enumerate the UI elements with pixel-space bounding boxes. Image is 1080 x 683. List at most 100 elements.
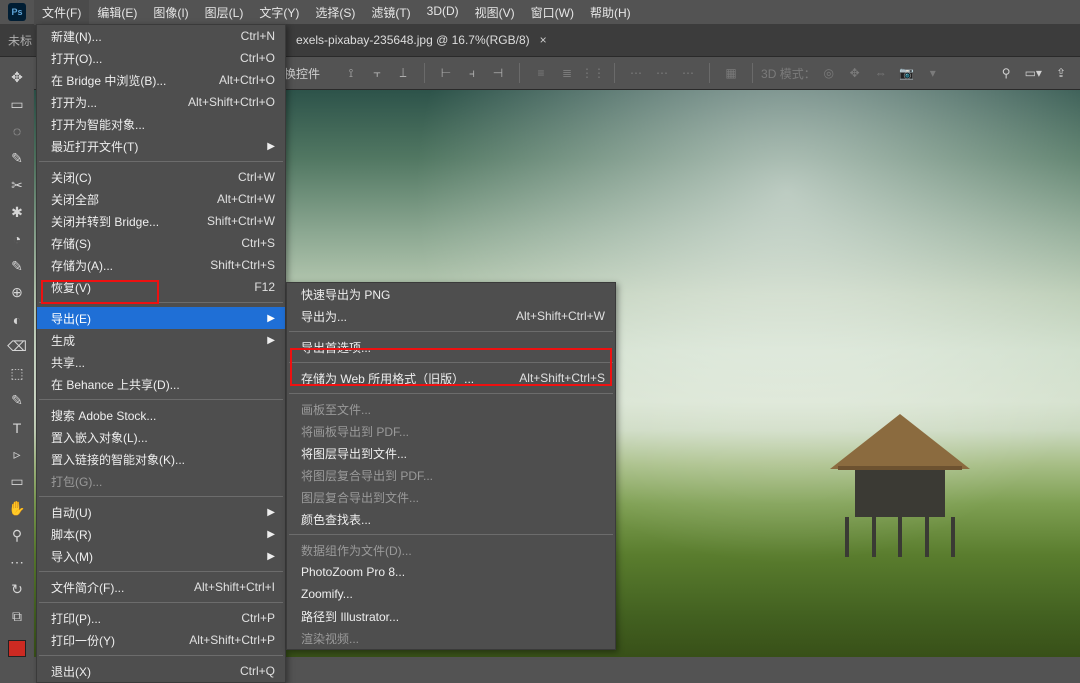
pan-icon[interactable]: ✥ (844, 62, 866, 84)
tool-18[interactable]: ⋯ (4, 551, 30, 574)
share-icon[interactable]: ⇪ (1056, 66, 1066, 80)
menu-滤镜t[interactable]: 滤镜(T) (363, 0, 418, 25)
menu-3dd[interactable]: 3D(D) (419, 0, 467, 25)
file-menu-item[interactable]: 在 Bridge 中浏览(B)...Alt+Ctrl+O (37, 69, 285, 91)
file-menu-item[interactable]: 置入链接的智能对象(K)... (37, 448, 285, 470)
file-menu-item[interactable]: 打印(P)...Ctrl+P (37, 607, 285, 629)
file-menu-item[interactable]: 导出(E)▶ (37, 307, 285, 329)
export-menu-item[interactable]: 导出为...Alt+Shift+Ctrl+W (287, 305, 615, 327)
tool-8[interactable]: ⊕ (4, 282, 30, 305)
export-menu-item[interactable]: 颜色查找表... (287, 508, 615, 530)
file-menu-item[interactable]: 脚本(R)▶ (37, 523, 285, 545)
file-menu-item[interactable]: 退出(X)Ctrl+Q (37, 660, 285, 682)
tool-4[interactable]: ✂ (4, 174, 30, 197)
file-menu-item[interactable]: 搜索 Adobe Stock... (37, 404, 285, 426)
menu-编辑e[interactable]: 编辑(E) (89, 0, 145, 25)
tool-9[interactable]: ◐ (4, 308, 30, 331)
foreground-color-swatch[interactable] (8, 640, 26, 657)
distribute-3-icon[interactable]: ⋮⋮ (582, 62, 604, 84)
file-menu-item[interactable]: 最近打开文件(T)▶ (37, 135, 285, 157)
tool-17[interactable]: ⚲ (4, 524, 30, 547)
dolly-icon[interactable]: ⇔ (870, 62, 892, 84)
file-menu-item[interactable]: 打印一份(Y)Alt+Shift+Ctrl+P (37, 629, 285, 651)
export-menu-item[interactable]: PhotoZoom Pro 8... (287, 561, 615, 583)
file-menu-item[interactable]: 生成▶ (37, 329, 285, 351)
orbit-icon[interactable]: ◎ (818, 62, 840, 84)
export-menu-item[interactable]: 将画板导出到 PDF... (287, 420, 615, 442)
file-menu-item[interactable]: 打开(O)...Ctrl+O (37, 47, 285, 69)
document-tab[interactable]: exels-pixabay-235648.jpg @ 16.7%(RGB/8) … (284, 24, 559, 56)
export-menu-item[interactable]: 渲染视频... (287, 627, 615, 649)
file-menu-item[interactable]: 打开为智能对象... (37, 113, 285, 135)
menu-文件f[interactable]: 文件(F) (34, 0, 89, 25)
tool-14[interactable]: ▹ (4, 443, 30, 466)
menu-窗口w[interactable]: 窗口(W) (523, 0, 582, 25)
tool-15[interactable]: ▭ (4, 470, 30, 493)
file-menu-item[interactable]: 打包(G)... (37, 470, 285, 492)
file-menu-item[interactable]: 在 Behance 上共享(D)... (37, 373, 285, 395)
light-icon[interactable]: ▾ (922, 62, 944, 84)
tool-2[interactable]: ◌ (4, 120, 30, 143)
tool-12[interactable]: ✎ (4, 389, 30, 412)
export-menu-item[interactable]: 图层复合导出到文件... (287, 486, 615, 508)
tool-10[interactable]: ⌫ (4, 335, 30, 358)
auto-align-icon[interactable]: ▦ (720, 62, 742, 84)
tool-13[interactable]: T (4, 416, 30, 439)
menu-图像i[interactable]: 图像(I) (145, 0, 196, 25)
menu-选择s[interactable]: 选择(S) (307, 0, 363, 25)
file-menu-item[interactable]: 共享... (37, 351, 285, 373)
file-menu-item[interactable]: 存储为(A)...Shift+Ctrl+S (37, 254, 285, 276)
export-menu-item[interactable]: 导出首选项... (287, 336, 615, 358)
distribute-2-icon[interactable]: ≣ (556, 62, 578, 84)
file-menu-item[interactable]: 关闭并转到 Bridge...Shift+Ctrl+W (37, 210, 285, 232)
menu-separator (289, 331, 613, 332)
tool-11[interactable]: ⬚ (4, 362, 30, 385)
align-vcenter-icon[interactable]: ⫟ (366, 62, 388, 84)
file-menu-item[interactable]: 文件简介(F)...Alt+Shift+Ctrl+I (37, 576, 285, 598)
workspace-icon[interactable]: ▭▾ (1025, 66, 1042, 80)
export-menu-item[interactable]: 存储为 Web 所用格式（旧版）...Alt+Shift+Ctrl+S (287, 367, 615, 389)
align-left-icon[interactable]: ⊢ (435, 62, 457, 84)
file-menu-item[interactable]: 存储(S)Ctrl+S (37, 232, 285, 254)
file-menu-item[interactable]: 打开为...Alt+Shift+Ctrl+O (37, 91, 285, 113)
export-menu-item[interactable]: Zoomify... (287, 583, 615, 605)
distribute-4-icon[interactable]: ⋯ (625, 62, 647, 84)
align-hcenter-icon[interactable]: ⫞ (461, 62, 483, 84)
search-icon[interactable]: ⚲ (1002, 66, 1011, 80)
file-menu-item[interactable]: 置入嵌入对象(L)... (37, 426, 285, 448)
menu-帮助h[interactable]: 帮助(H) (582, 0, 639, 25)
camera-icon[interactable]: 📷 (896, 62, 918, 84)
file-menu-item[interactable]: 关闭(C)Ctrl+W (37, 166, 285, 188)
tool-19[interactable]: ↻ (4, 578, 30, 601)
tool-5[interactable]: ✱ (4, 201, 30, 224)
distribute-5-icon[interactable]: ⋯ (651, 62, 673, 84)
tool-16[interactable]: ✋ (4, 497, 30, 520)
file-menu-item[interactable]: 导入(M)▶ (37, 545, 285, 567)
file-menu-item[interactable]: 自动(U)▶ (37, 501, 285, 523)
tool-3[interactable]: ✎ (4, 147, 30, 170)
tool-6[interactable]: ◔ (4, 228, 30, 251)
distribute-1-icon[interactable]: ≡ (530, 62, 552, 84)
distribute-6-icon[interactable]: ⋯ (677, 62, 699, 84)
export-menu-item[interactable]: 路径到 Illustrator... (287, 605, 615, 627)
tool-20[interactable]: ⧉ (4, 605, 30, 628)
menu-item-shortcut: Ctrl+N (241, 29, 275, 43)
align-top-icon[interactable]: ⟟ (340, 62, 362, 84)
export-menu-item[interactable]: 将图层复合导出到 PDF... (287, 464, 615, 486)
menu-文字y[interactable]: 文字(Y) (251, 0, 307, 25)
export-menu-item[interactable]: 将图层导出到文件... (287, 442, 615, 464)
export-menu-item[interactable]: 快速导出为 PNG (287, 283, 615, 305)
file-menu-item[interactable]: 关闭全部Alt+Ctrl+W (37, 188, 285, 210)
tool-1[interactable]: ▭ (4, 93, 30, 116)
tool-0[interactable]: ✥ (4, 66, 30, 89)
export-menu-item[interactable]: 画板至文件... (287, 398, 615, 420)
close-tab-icon[interactable]: × (540, 33, 547, 47)
tool-7[interactable]: ✎ (4, 255, 30, 278)
align-bottom-icon[interactable]: ⟘ (392, 62, 414, 84)
file-menu-item[interactable]: 新建(N)...Ctrl+N (37, 25, 285, 47)
align-right-icon[interactable]: ⊣ (487, 62, 509, 84)
menu-视图v[interactable]: 视图(V) (467, 0, 523, 25)
menu-图层l[interactable]: 图层(L) (197, 0, 252, 25)
export-menu-item[interactable]: 数据组作为文件(D)... (287, 539, 615, 561)
file-menu-item[interactable]: 恢复(V)F12 (37, 276, 285, 298)
